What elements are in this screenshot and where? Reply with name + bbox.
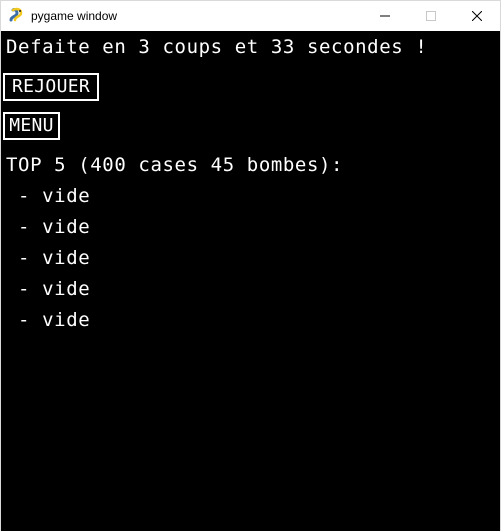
pygame-snake-icon [9,7,23,22]
close-button[interactable] [454,1,500,31]
minimize-icon [380,15,390,17]
leaderboard-entry-4: - vide [6,278,91,300]
leaderboard-entry-5: - vide [6,309,91,331]
leaderboard-entry-1: - vide [6,185,91,207]
maximize-icon [426,11,436,21]
result-message: Defaite en 3 coups et 33 secondes ! [6,36,428,58]
replay-button[interactable]: REJOUER [3,73,99,101]
close-icon [472,11,482,21]
leaderboard-entry-3: - vide [6,247,91,269]
game-screen: Defaite en 3 coups et 33 secondes ! REJO… [1,31,500,531]
menu-button[interactable]: MENU [3,112,60,140]
pygame-window: pygame window Defaite en 3 coups et 33 s… [0,0,501,531]
window-title: pygame window [31,9,118,23]
leaderboard-title: TOP 5 (400 cases 45 bombes): [6,154,344,176]
minimize-button[interactable] [362,1,408,31]
maximize-button[interactable] [408,1,454,31]
leaderboard-entry-2: - vide [6,216,91,238]
title-bar[interactable]: pygame window [1,1,500,31]
